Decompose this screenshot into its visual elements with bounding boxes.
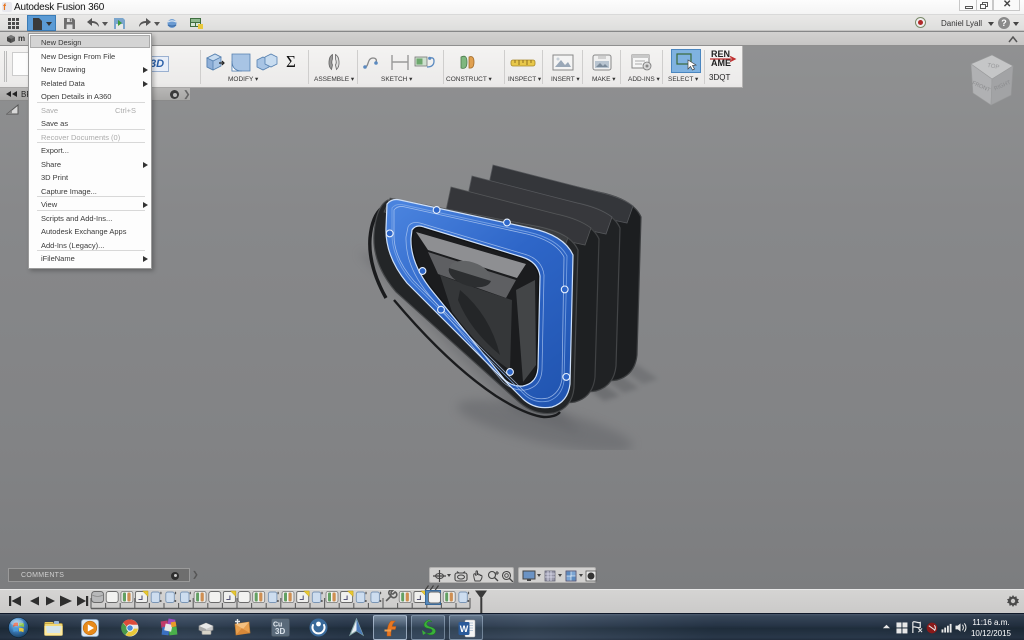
svg-text:3D: 3D (275, 627, 285, 636)
svg-text:W: W (460, 624, 469, 634)
